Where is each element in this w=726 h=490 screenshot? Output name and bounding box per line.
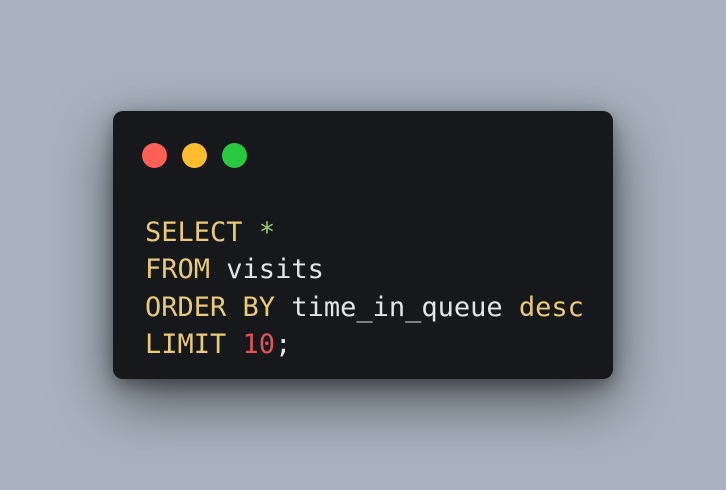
code-line-2: FROM visits	[145, 251, 584, 288]
keyword-select: SELECT	[145, 217, 243, 248]
code-line-1: SELECT *	[145, 214, 584, 251]
code-window: SELECT * FROM visits ORDER BY time_in_queu…	[113, 111, 613, 379]
operator-star: *	[258, 217, 276, 248]
close-button[interactable]	[142, 143, 167, 168]
identifier-column: time_in_queue	[291, 291, 503, 323]
keyword-order-by: ORDER BY	[145, 291, 276, 323]
code-line-4: LIMIT 10;	[145, 326, 584, 363]
keyword-from: FROM	[145, 254, 211, 286]
punctuation-semicolon: ;	[275, 328, 292, 360]
keyword-limit: LIMIT	[145, 328, 227, 360]
maximize-button[interactable]	[222, 143, 247, 168]
minimize-button[interactable]	[182, 143, 207, 168]
number-literal: 10	[242, 328, 276, 360]
code-line-3: ORDER BY time_in_queue desc	[145, 289, 584, 326]
identifier-table: visits	[226, 254, 324, 286]
keyword-desc: desc	[518, 291, 584, 323]
code-block: SELECT * FROM visits ORDER BY time_in_queu…	[145, 214, 584, 363]
window-controls	[142, 143, 247, 168]
